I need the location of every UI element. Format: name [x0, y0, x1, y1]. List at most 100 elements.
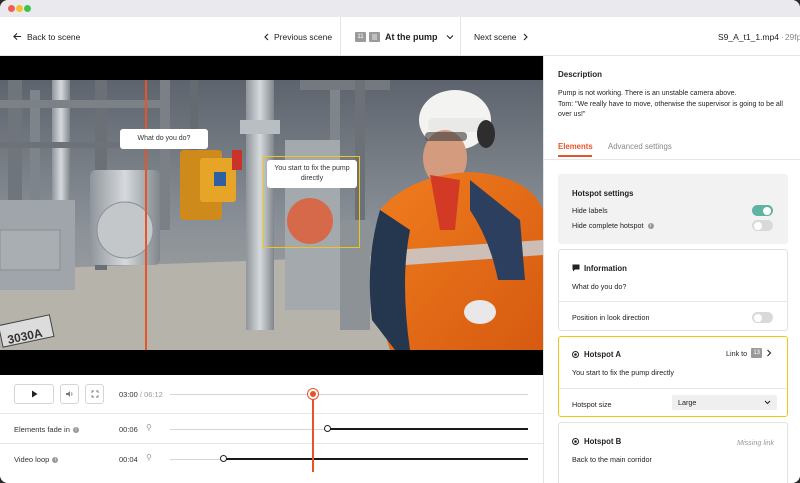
main-timeline-track[interactable] [170, 394, 528, 395]
tab-elements[interactable]: Elements [558, 142, 593, 151]
file-info: S9_A_t1_1.mp4 · 29fps [718, 17, 800, 56]
previous-scene-button[interactable]: Previous scene [263, 17, 332, 56]
tab-advanced-settings[interactable]: Advanced settings [608, 142, 672, 151]
hide-complete-row: Hide complete hotspot i [572, 221, 654, 230]
position-look-toggle[interactable] [752, 312, 773, 323]
loop-handle[interactable] [220, 455, 228, 462]
timeline-divider [0, 413, 543, 414]
information-card[interactable]: Information What do you do? Position in … [558, 249, 788, 331]
information-text: What do you do? [572, 282, 627, 291]
hotspot-b-title: Hotspot B [584, 437, 622, 446]
scene-toolbar: Back to scene Previous scene 11 At the p… [0, 17, 800, 56]
app-window: Back to scene Previous scene 11 At the p… [0, 0, 800, 483]
hotspot-a-text: You start to fix the pump directly [572, 368, 675, 377]
time-display: 03:00 / 06:12 [119, 390, 163, 399]
minimize-window-button[interactable] [16, 5, 23, 12]
video-loop-row: Video loop i [14, 455, 59, 464]
chevron-left-icon [264, 33, 269, 40]
fullscreen-button[interactable] [85, 384, 104, 404]
hide-complete-label: Hide complete hotspot [572, 221, 644, 230]
hotspot-b-card[interactable]: Hotspot B Missing link Back to the main … [558, 422, 788, 483]
scene-list-icon [369, 31, 380, 42]
chevron-down-icon [764, 400, 771, 405]
hotspot-b-status: Missing link [737, 438, 775, 447]
info-icon: i [647, 222, 654, 229]
back-to-scene-label: Back to scene [27, 31, 81, 42]
hotspot-size-value: Large [678, 398, 697, 407]
hide-complete-toggle[interactable] [752, 220, 773, 231]
loop-range [223, 458, 528, 460]
hotspot-settings-title: Hotspot settings [572, 189, 634, 198]
pin-icon[interactable]: ⚲ [146, 423, 152, 432]
arrow-left-icon [13, 32, 22, 41]
chevron-down-icon [446, 34, 453, 39]
window-titlebar [0, 0, 800, 17]
maximize-window-button[interactable] [24, 5, 31, 12]
hide-labels-label: Hide labels [572, 206, 608, 215]
elements-fade-in-row: Elements fade in i [14, 425, 79, 434]
volume-icon [66, 391, 73, 397]
active-tab-indicator [558, 155, 592, 157]
time-separator: / [139, 390, 142, 399]
info-icon: i [72, 426, 79, 433]
total-time: 06:12 [144, 390, 163, 399]
target-icon [572, 351, 579, 358]
playhead-handle[interactable] [308, 389, 319, 399]
card-divider [559, 301, 787, 302]
hotspot-a-card[interactable]: Hotspot A Link to 13 You start to fix th… [558, 336, 788, 417]
hotspot-a-callout: You start to fix the pump directly [267, 160, 357, 188]
hotspot-a-title: Hotspot A [584, 350, 621, 359]
play-icon [31, 390, 37, 398]
link-to-label: Link to [726, 348, 748, 358]
volume-button[interactable] [60, 384, 79, 404]
look-direction-line [145, 80, 147, 350]
comment-icon [572, 264, 580, 272]
description-title: Description [558, 70, 603, 79]
fade-in-handle[interactable] [324, 425, 332, 432]
fullscreen-icon [91, 390, 98, 398]
pin-icon[interactable]: ⚲ [146, 453, 152, 462]
play-button[interactable] [14, 384, 54, 404]
fps-separator: · [780, 31, 784, 42]
tabs-divider [544, 159, 800, 160]
hotspot-size-label: Hotspot size [572, 400, 612, 409]
description-line: Tom: "We really have to move, otherwise … [558, 100, 783, 119]
description-text[interactable]: Pump is not working. There is an unstabl… [558, 89, 790, 121]
link-target-badge: 13 [751, 348, 763, 358]
hide-labels-toggle[interactable] [752, 205, 773, 216]
chevron-right-icon [523, 33, 528, 40]
description-line: Pump is not working. There is an unstabl… [558, 90, 737, 97]
video-preview[interactable]: 3030A What do you do? You start to fix t… [0, 80, 543, 350]
timeline-divider [0, 443, 543, 444]
elements-fade-in-label: Elements fade in [14, 425, 70, 434]
elements-fade-in-time: 00:06 [119, 425, 138, 434]
chevron-right-icon [767, 349, 772, 357]
file-name: S9_A_t1_1.mp4 [718, 31, 779, 42]
scene-number-badge: 11 [355, 31, 366, 42]
current-time: 03:00 [119, 390, 138, 399]
toolbar-divider [460, 17, 461, 56]
hotspot-size-select[interactable]: Large [672, 395, 777, 410]
next-scene-button[interactable]: Next scene [474, 17, 529, 56]
scene-title: At the pump [385, 31, 438, 42]
information-title: Information [584, 264, 627, 273]
close-window-button[interactable] [8, 5, 15, 12]
back-to-scene-button[interactable]: Back to scene [13, 17, 80, 56]
hotspot-a-link[interactable]: Link to 13 [726, 348, 772, 358]
video-letterbox-top [0, 56, 543, 80]
properties-panel: Description Pump is not working. There i… [543, 56, 800, 483]
playhead-line [312, 394, 315, 472]
previous-scene-label: Previous scene [274, 31, 333, 42]
video-letterbox-bottom [0, 350, 543, 375]
scene-selector[interactable]: 11 At the pump [355, 17, 454, 56]
info-icon: i [52, 456, 59, 463]
hotspot-b-text: Back to the main corridor [572, 455, 652, 464]
card-divider [559, 388, 786, 389]
video-loop-label: Video loop [14, 455, 50, 464]
position-look-label: Position in look direction [572, 313, 650, 322]
fade-in-range [327, 428, 528, 430]
hotspot-settings-card: Hotspot settings Hide labels Hide comple… [558, 174, 788, 244]
toolbar-divider [340, 17, 341, 56]
video-loop-time: 00:04 [119, 455, 138, 464]
next-scene-label: Next scene [474, 31, 517, 42]
